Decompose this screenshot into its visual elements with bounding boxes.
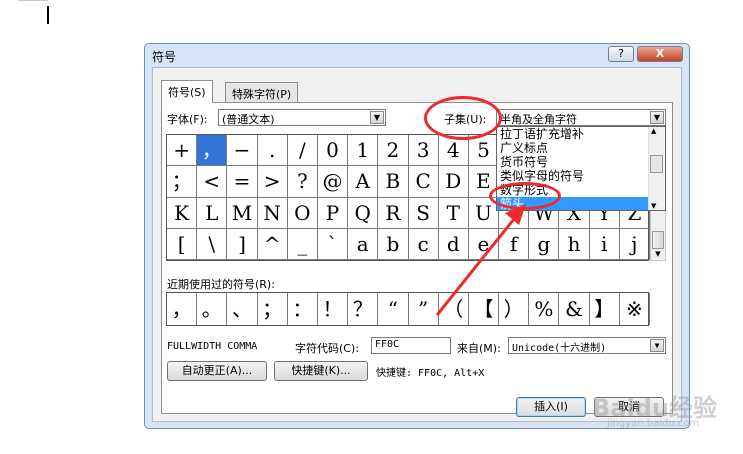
annotation-arrow-icon (435, 204, 526, 316)
baidu-watermark-url: jingyan.baidu.com (607, 418, 700, 429)
